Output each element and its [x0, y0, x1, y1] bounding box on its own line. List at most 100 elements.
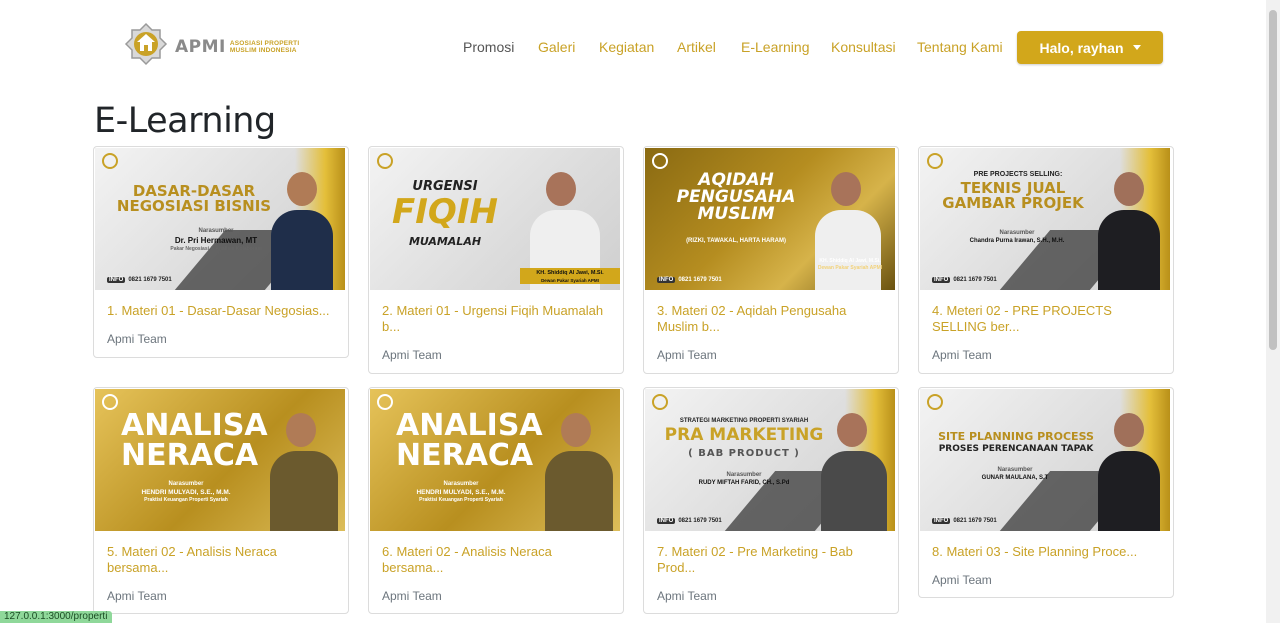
thumbnail-speaker: RUDY MIFTAH FARID, CH., S.Pd	[698, 480, 790, 486]
course-title[interactable]: 3. Materi 02 - Aqidah Pengusaha Muslim b…	[657, 303, 884, 335]
course-card[interactable]: STRATEGI MARKETING PROPERTI SYARIAH PRA …	[643, 387, 899, 614]
thumbnail-headline-sub: MUAMALAH	[408, 235, 482, 248]
thumbnail-speaker: Dr. Pri Hermawan, MT	[174, 236, 258, 245]
apmi-badge-icon	[102, 153, 118, 169]
speaker-photo	[271, 172, 333, 290]
user-greeting: Halo, rayhan	[1039, 39, 1124, 56]
course-thumbnail: URGENSI FIQIH MUAMALAH KH. Shiddiq Al Ja…	[370, 148, 620, 290]
thumbnail-info: INFO 0821 1679 7501	[657, 518, 722, 524]
thumbnail-speaker-box: KH. Shiddiq Al Jawi, M.Si. Dewan Pakar Sy…	[520, 268, 620, 284]
course-thumbnail: AQIDAH PENGUSAHA MUSLIM (RIZKI, TAWAKAL, H…	[645, 148, 895, 290]
thumbnail-info: INFO 0821 1679 7501	[107, 277, 172, 283]
course-card[interactable]: DASAR-DASAR NEGOSIASI BISNIS Narasumber D…	[93, 146, 349, 358]
thumbnail-label: Narasumber	[443, 481, 479, 487]
course-card[interactable]: ANALISA NERACA Narasumber HENDRI MULYADI,…	[368, 387, 624, 614]
course-card[interactable]: PRE PROJECTS SELLING: TEKNIS JUAL GAMBAR …	[918, 146, 1174, 374]
nav-artikel[interactable]: Artikel	[677, 39, 716, 55]
thumbnail-headline: PRA MARKETING	[664, 425, 824, 445]
thumbnail-speaker: GUNAR MAULANA, S.T	[981, 475, 1049, 481]
thumbnail-label: Narasumber	[999, 230, 1035, 236]
thumbnail-headline: DASAR-DASAR NEGOSIASI BISNIS	[116, 182, 272, 215]
chevron-down-icon	[1132, 45, 1141, 50]
course-author: Apmi Team	[932, 573, 992, 587]
thumbnail-label: Narasumber	[997, 467, 1033, 473]
page-scrollbar[interactable]	[1266, 0, 1280, 623]
thumbnail-headline: TEKNIS JUAL GAMBAR PROJEK	[942, 179, 1084, 212]
user-menu-button[interactable]: Halo, rayhan	[1017, 31, 1163, 64]
nav-konsultasi[interactable]: Konsultasi	[831, 39, 896, 55]
course-title[interactable]: 6. Materi 02 - Analisis Neraca bersama..…	[382, 544, 609, 576]
brand-subtitle-line2: MUSLIM INDONESIA	[229, 47, 297, 54]
course-card[interactable]: SITE PLANNING PROCESS PROSES PERENCANAAN…	[918, 387, 1174, 598]
apmi-logo-icon	[124, 22, 168, 66]
navbar: APMI ASOSIASI PROPERTI MUSLIM INDONESIA …	[0, 0, 1266, 95]
course-card[interactable]: URGENSI FIQIH MUAMALAH KH. Shiddiq Al Ja…	[368, 146, 624, 374]
brand-subtitle-line1: ASOSIASI PROPERTI	[229, 40, 300, 47]
thumbnail-role: Praktisi Keuangan Properti Syariah	[419, 497, 503, 503]
thumbnail-info: INFO 0821 1679 7501	[932, 518, 997, 524]
nav-promosi[interactable]: Promosi	[463, 39, 514, 55]
apmi-badge-icon	[377, 153, 393, 169]
apmi-badge-icon	[652, 394, 668, 410]
speaker-photo	[545, 413, 613, 531]
course-card[interactable]: ANALISA NERACA Narasumber HENDRI MULYADI,…	[93, 387, 349, 614]
course-author: Apmi Team	[932, 348, 992, 362]
course-title[interactable]: 5. Materi 02 - Analisis Neraca bersama..…	[107, 544, 334, 576]
thumbnail-headline: SITE PLANNING PROCESS	[938, 430, 1094, 443]
speaker-photo	[815, 172, 881, 290]
thumbnail-headline-sub: PROSES PERENCANAAN TAPAK	[938, 444, 1094, 454]
thumbnail-speaker: HENDRI MULYADI, S.E., M.M.	[141, 489, 231, 496]
course-title[interactable]: 7. Materi 02 - Pre Marketing - Bab Prod.…	[657, 544, 884, 576]
thumbnail-headline: ANALISA NERACA	[396, 408, 543, 473]
thumbnail-headline: ANALISA NERACA	[121, 408, 268, 473]
course-title[interactable]: 1. Materi 01 - Dasar-Dasar Negosias...	[107, 303, 334, 319]
course-thumbnail: ANALISA NERACA Narasumber HENDRI MULYADI,…	[370, 389, 620, 531]
thumbnail-kicker: PRE PROJECTS SELLING:	[973, 171, 1063, 178]
thumbnail-label: Narasumber	[168, 481, 204, 487]
course-thumbnail: STRATEGI MARKETING PROPERTI SYARIAH PRA …	[645, 389, 895, 531]
thumbnail-headline: AQIDAH PENGUSAHA MUSLIM	[676, 170, 796, 224]
course-title[interactable]: 4. Meteri 02 - PRE PROJECTS SELLING ber.…	[932, 303, 1159, 335]
course-author: Apmi Team	[657, 348, 717, 362]
apmi-badge-icon	[927, 394, 943, 410]
nav-galeri[interactable]: Galeri	[538, 39, 575, 55]
brand-name: APMI	[175, 37, 226, 57]
thumbnail-info: INFO 0821 1679 7501	[932, 277, 997, 283]
speaker-photo	[1098, 172, 1160, 290]
page-title: E-Learning	[94, 101, 276, 141]
apmi-badge-icon	[377, 394, 393, 410]
course-card[interactable]: AQIDAH PENGUSAHA MUSLIM (RIZKI, TAWAKAL, H…	[643, 146, 899, 374]
apmi-badge-icon	[652, 153, 668, 169]
speaker-photo	[270, 413, 338, 531]
thumbnail-subtitle: (RIZKI, TAWAKAL, HARTA HARAM)	[686, 238, 786, 244]
course-author: Apmi Team	[107, 589, 167, 603]
thumbnail-speaker: Chandra Purna Irawan, S.H., M.H.	[969, 238, 1065, 244]
speaker-photo	[1098, 413, 1160, 531]
course-author: Apmi Team	[657, 589, 717, 603]
thumbnail-kicker: STRATEGI MARKETING PROPERTI SYARIAH	[679, 418, 809, 424]
course-author: Apmi Team	[382, 589, 442, 603]
apmi-badge-icon	[927, 153, 943, 169]
thumbnail-headline-sub: ( BAB PRODUCT )	[688, 448, 800, 459]
apmi-badge-icon	[102, 394, 118, 410]
thumbnail-speaker: KH. Shiddiq Al Jawi, M.Si. Dewan Pakar Sy…	[817, 258, 883, 271]
course-author: Apmi Team	[382, 348, 442, 362]
course-title[interactable]: 2. Materi 01 - Urgensi Fiqih Muamalah b.…	[382, 303, 609, 335]
course-thumbnail: SITE PLANNING PROCESS PROSES PERENCANAAN…	[920, 389, 1170, 531]
thumbnail-role: Pakar Negosiasi & Analisis Kolaborasi	[170, 246, 262, 252]
course-thumbnail: DASAR-DASAR NEGOSIASI BISNIS Narasumber D…	[95, 148, 345, 290]
link-status-bar: 127.0.0.1:3000/properti	[0, 611, 112, 623]
thumbnail-info: INFO 0821 1679 7501	[657, 277, 722, 283]
thumbnail-role: Praktisi Keuangan Properti Syariah	[144, 497, 228, 503]
thumbnail-label: Narasumber	[726, 472, 762, 478]
nav-kegiatan[interactable]: Kegiatan	[599, 39, 654, 55]
brand-logo-link[interactable]: APMI ASOSIASI PROPERTI MUSLIM INDONESIA	[122, 22, 299, 72]
scrollbar-thumb[interactable]	[1269, 10, 1277, 350]
nav-e-learning[interactable]: E-Learning	[741, 39, 810, 55]
thumbnail-headline-main: FIQIH	[392, 192, 498, 232]
nav-tentang-kami[interactable]: Tentang Kami	[917, 39, 1003, 55]
speaker-photo	[821, 413, 887, 531]
course-title[interactable]: 8. Materi 03 - Site Planning Proce...	[932, 544, 1159, 560]
course-thumbnail: PRE PROJECTS SELLING: TEKNIS JUAL GAMBAR …	[920, 148, 1170, 290]
thumbnail-speaker: HENDRI MULYADI, S.E., M.M.	[416, 489, 506, 496]
